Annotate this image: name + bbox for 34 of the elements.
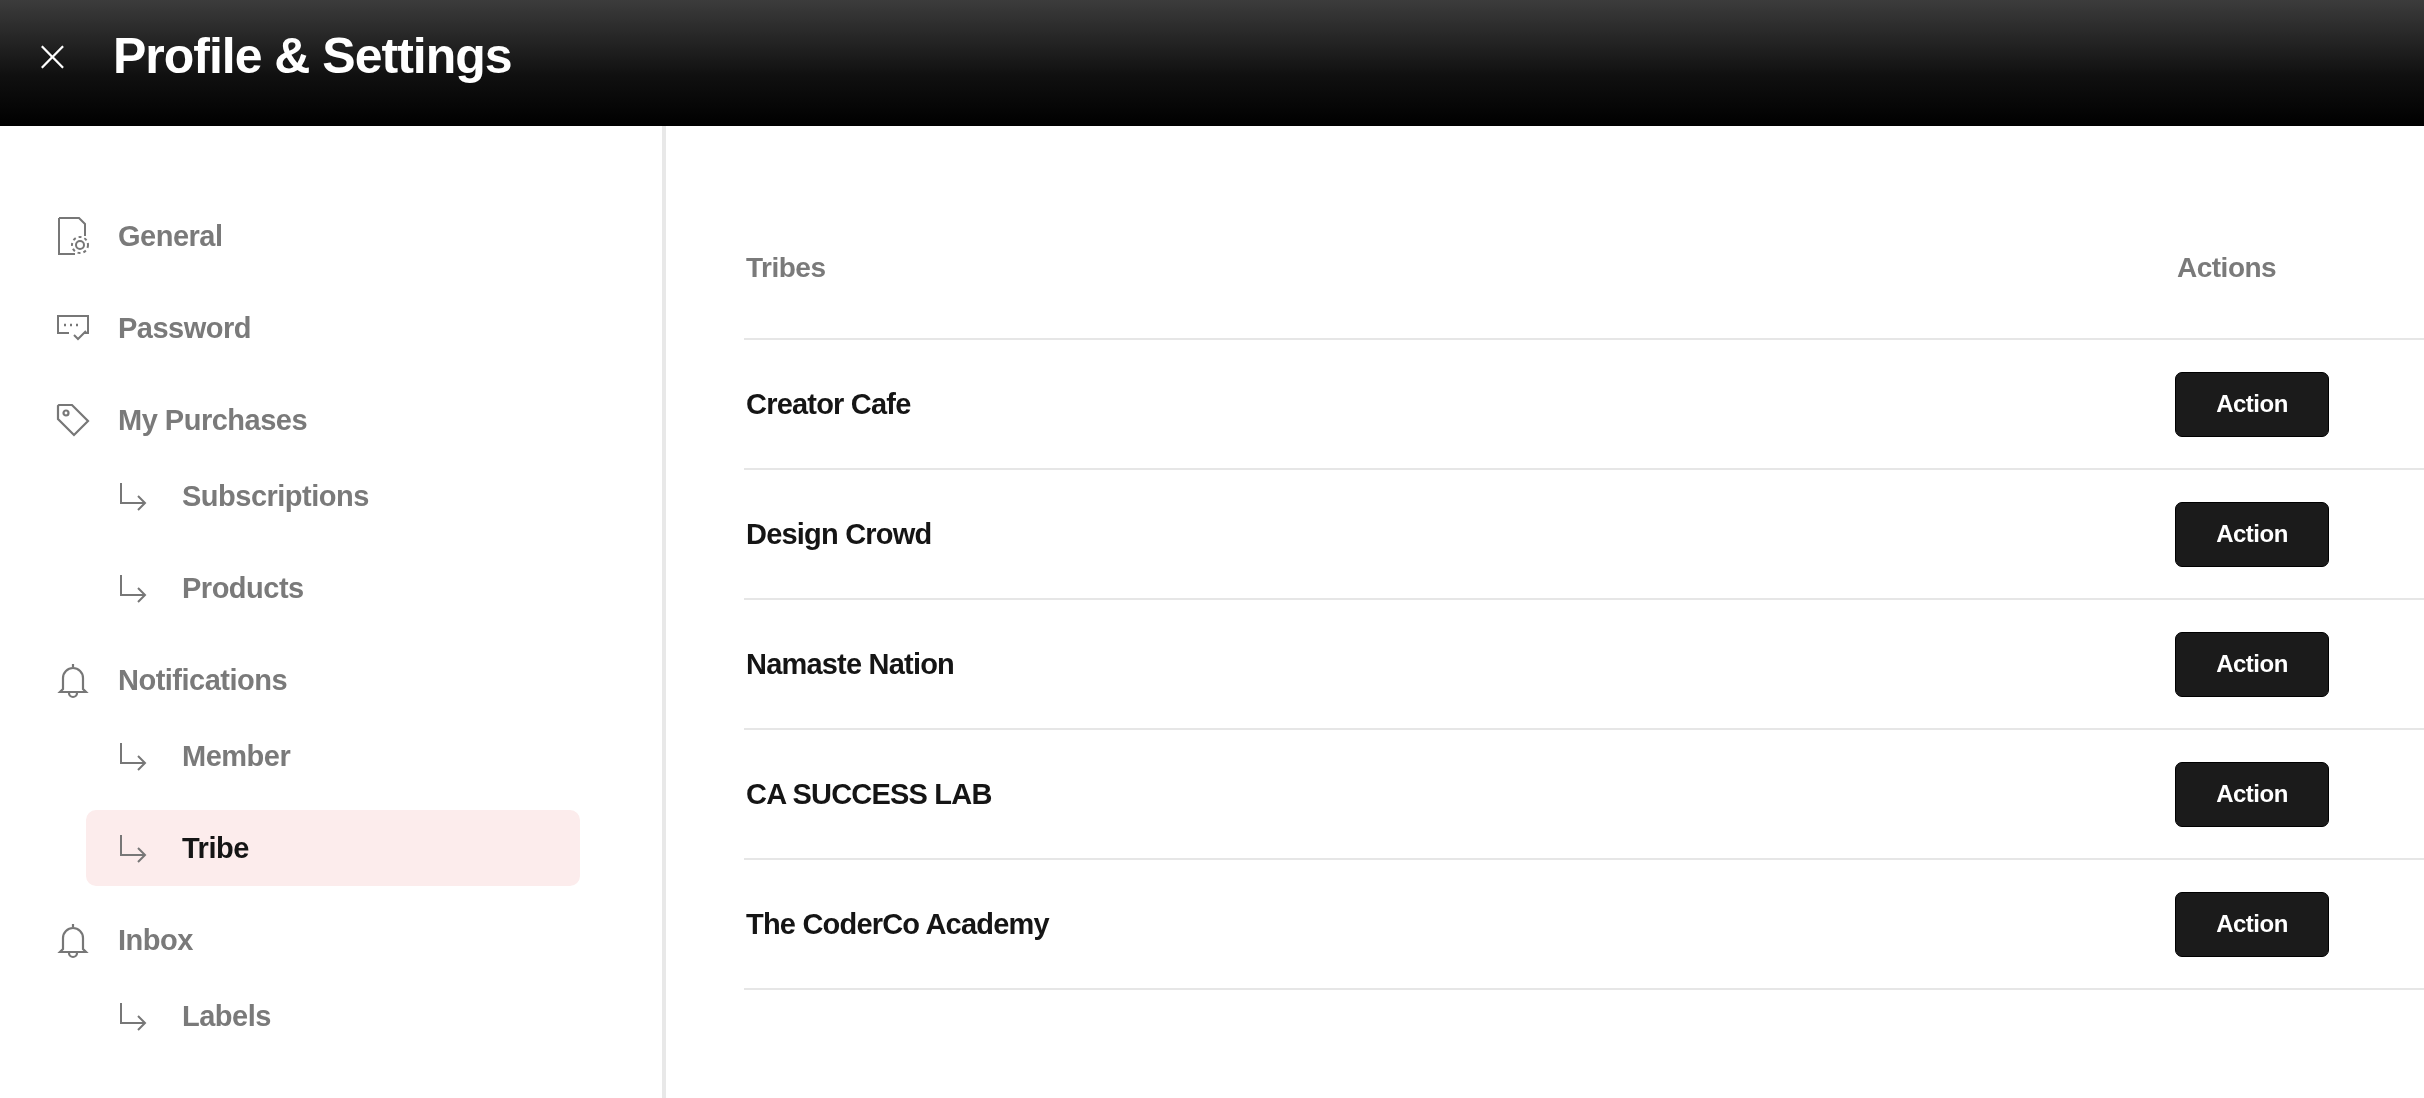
sidebar-item[interactable]: Notifications — [40, 642, 600, 718]
action-button[interactable]: Action — [2175, 371, 2329, 437]
sidebar-item[interactable]: My Purchases — [40, 382, 600, 458]
action-button[interactable]: Action — [2175, 761, 2329, 827]
column-header: Tribes — [745, 252, 826, 284]
tribe-name: Design Crowd — [745, 517, 932, 551]
sidebar-item[interactable]: Inbox — [40, 902, 600, 978]
turn-arrow-icon — [118, 481, 148, 511]
tribe-name: The CoderCo Academy — [745, 907, 1049, 941]
tag-icon — [55, 402, 91, 438]
action-button[interactable]: Action — [2175, 891, 2329, 957]
tribe-name: Namaste Nation — [745, 647, 954, 681]
turn-arrow-icon — [118, 573, 148, 603]
action-button[interactable]: Action — [2175, 501, 2329, 567]
bell-icon — [55, 661, 91, 699]
column-header: Actions — [2176, 252, 2277, 284]
document-gear-icon — [55, 216, 91, 256]
action-button[interactable]: Action — [2175, 631, 2329, 697]
sidebar-item[interactable]: Products — [86, 550, 580, 626]
turn-arrow-icon — [118, 833, 148, 863]
sidebar-item[interactable]: Tribe — [86, 810, 580, 886]
turn-arrow-icon — [118, 741, 148, 771]
sidebar-item[interactable]: Member — [86, 718, 580, 794]
tribe-name: CA SUCCESS LAB — [745, 777, 992, 811]
sidebar-item[interactable]: Subscriptions — [86, 458, 580, 534]
bell-icon — [55, 921, 91, 959]
close-button[interactable]: × — [30, 34, 75, 78]
page-title: Profile & Settings — [112, 27, 512, 85]
sidebar-item[interactable]: General — [40, 198, 600, 274]
turn-arrow-icon — [118, 1001, 148, 1031]
message-check-icon — [55, 313, 91, 343]
sidebar-item[interactable]: Labels — [86, 978, 580, 1054]
tribe-name: Creator Cafe — [745, 387, 911, 421]
sidebar-item[interactable]: Password — [40, 290, 600, 366]
